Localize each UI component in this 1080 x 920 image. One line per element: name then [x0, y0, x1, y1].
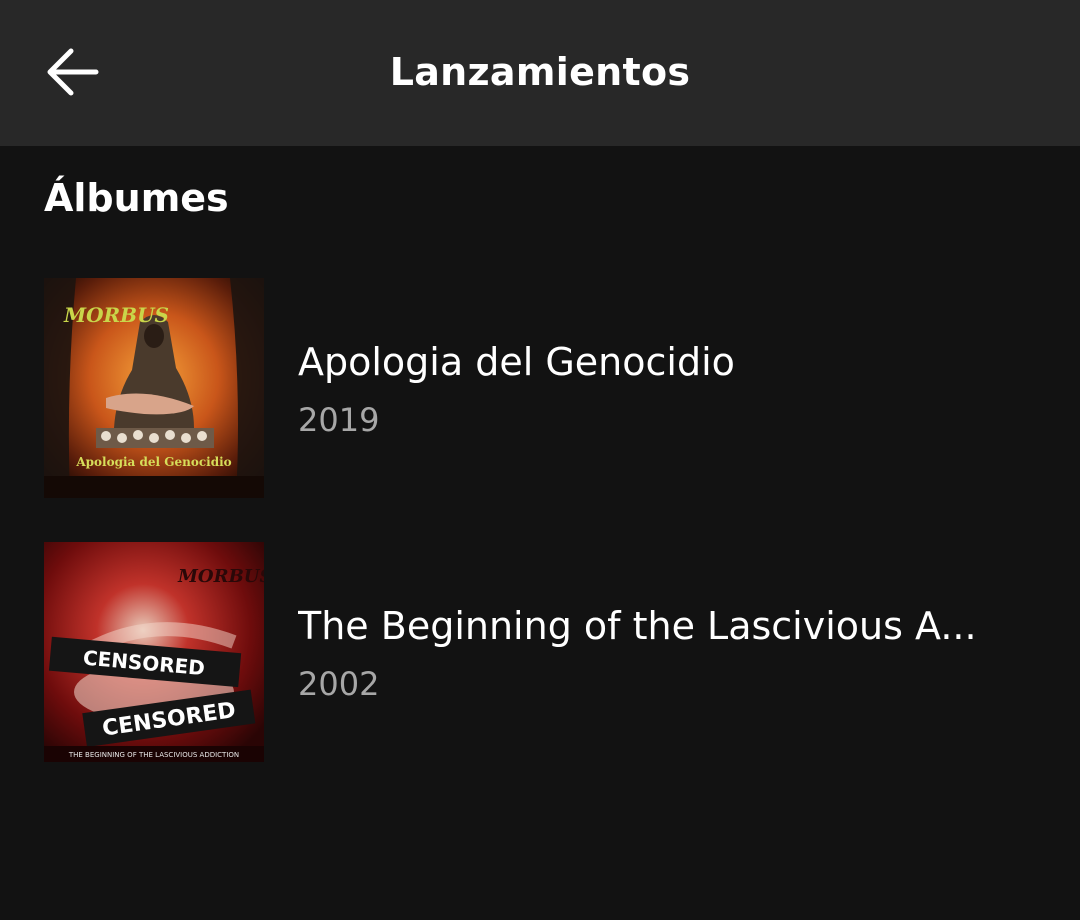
cover-band-logo: MORBUS [177, 566, 264, 587]
album-title: The Beginning of the Lascivious A... [298, 604, 977, 648]
section-title-albums: Álbumes [44, 176, 229, 220]
album-title: Apologia del Genocidio [298, 340, 735, 384]
page-title: Lanzamientos [389, 50, 691, 94]
cover-band-logo: MORBUS [63, 303, 169, 327]
album-year: 2002 [298, 665, 380, 703]
album-cover-art: MORBUS CENSORED CENSORED THE BEGINNING O… [44, 542, 264, 762]
album-item[interactable]: MORBUS CENSORED CENSORED THE BEGINNING O… [44, 542, 1044, 762]
arrow-left-icon [47, 48, 99, 96]
cover-title-text: THE BEGINNING OF THE LASCIVIOUS ADDICTIO… [68, 751, 239, 759]
album-year: 2019 [298, 401, 380, 439]
album-item[interactable]: MORBUS Apologia del Genocidio Apologia d… [44, 278, 1044, 498]
back-button[interactable] [30, 30, 114, 114]
album-cover-art: MORBUS Apologia del Genocidio [44, 278, 264, 498]
top-app-bar: Lanzamientos [0, 0, 1080, 146]
cover-title-text: Apologia del Genocidio [75, 455, 231, 469]
